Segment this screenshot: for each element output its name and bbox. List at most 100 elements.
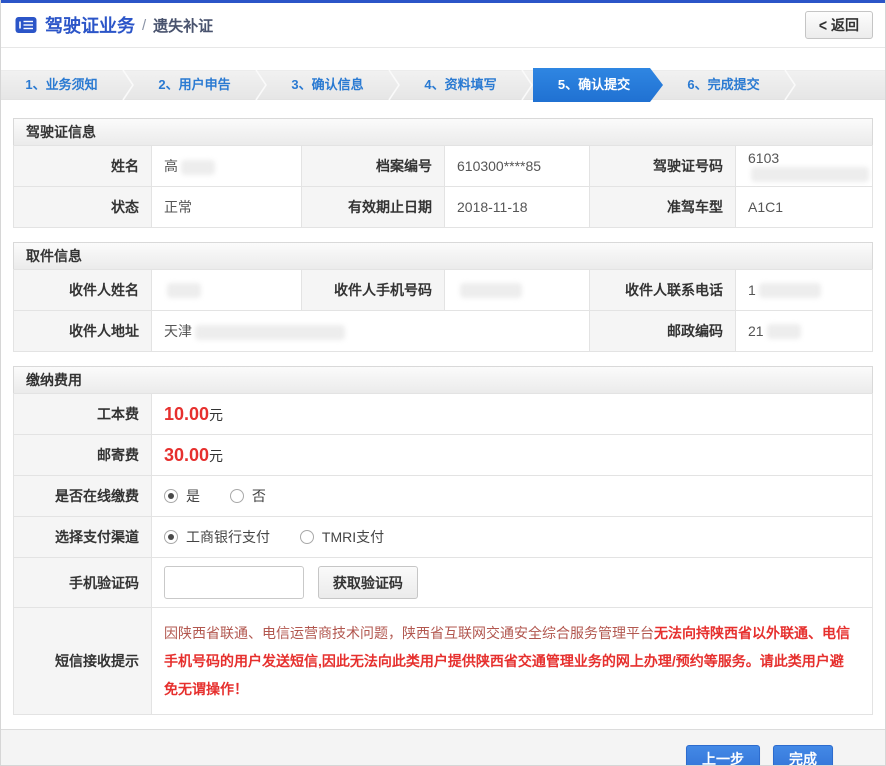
address-value: 天津 — [152, 311, 590, 352]
breadcrumb-current: 遗失补证 — [153, 15, 213, 36]
postcode-label: 邮政编码 — [590, 311, 736, 352]
expiry-value: 2018-11-18 — [445, 187, 590, 228]
online-pay-label: 是否在线缴费 — [14, 476, 152, 517]
work-fee-value: 10.00元 — [152, 394, 873, 435]
postcode-value: 21 — [736, 311, 873, 352]
recipient-name-label: 收件人姓名 — [14, 270, 152, 311]
status-label: 状态 — [14, 187, 152, 228]
file-no-value: 610300****85 — [445, 146, 590, 187]
step-3-confirm-info[interactable]: 3、确认信息 — [267, 70, 388, 100]
recipient-name-value — [152, 270, 302, 311]
radio-checked-icon — [164, 530, 178, 544]
sms-tip-text: 因陕西省联通、电信运营商技术问题，陕西省互联网交通安全综合服务管理平台无法向持陕… — [152, 608, 873, 715]
table-row: 姓名 高 档案编号 610300****85 驾驶证号码 6103 — [14, 146, 873, 187]
page-title: 驾驶证业务 — [45, 12, 135, 38]
table-row: 状态 正常 有效期止日期 2018-11-18 准驾车型 A1C1 — [14, 187, 873, 228]
redaction — [181, 160, 215, 175]
vehicle-class-label: 准驾车型 — [590, 187, 736, 228]
table-row: 收件人姓名 收件人手机号码 收件人联系电话 1 — [14, 270, 873, 311]
radio-online-yes[interactable]: 是 — [164, 486, 200, 506]
recipient-mobile-label: 收件人手机号码 — [302, 270, 445, 311]
file-no-label: 档案编号 — [302, 146, 445, 187]
page-header: 驾驶证业务 / 遗失补证 < 返回 — [1, 3, 885, 48]
sms-code-input[interactable] — [164, 566, 304, 599]
step-1-business-notice[interactable]: 1、业务须知 — [1, 70, 122, 100]
address-label: 收件人地址 — [14, 311, 152, 352]
step-2-user-declaration[interactable]: 2、用户申告 — [134, 70, 255, 100]
step-separator-icon — [122, 70, 134, 100]
redaction — [751, 167, 869, 182]
license-no-label: 驾驶证号码 — [590, 146, 736, 187]
online-pay-options: 是 否 — [152, 476, 873, 517]
postage-value: 30.00元 — [152, 435, 873, 476]
step-separator-icon — [521, 70, 533, 100]
payment-table: 工本费 10.00元 邮寄费 30.00元 是否在线缴费 — [13, 393, 873, 715]
table-row: 是否在线缴费 是 否 — [14, 476, 873, 517]
radio-online-yes-label: 是 — [186, 486, 200, 506]
footer-action-bar: 上一步 完成 — [1, 729, 885, 766]
redaction — [460, 283, 522, 298]
redaction — [167, 283, 201, 298]
table-row: 短信接收提示 因陕西省联通、电信运营商技术问题，陕西省互联网交通安全综合服务管理… — [14, 608, 873, 715]
back-button-label: 返回 — [831, 15, 859, 35]
work-fee-amount: 10.00 — [164, 404, 209, 424]
postage-amount: 30.00 — [164, 445, 209, 465]
sms-tip-label: 短信接收提示 — [14, 608, 152, 715]
radio-online-no-label: 否 — [252, 486, 266, 506]
finish-button[interactable]: 完成 — [773, 745, 833, 766]
table-row: 选择支付渠道 工商银行支付 TMRI支付 — [14, 517, 873, 558]
name-value: 高 — [152, 146, 302, 187]
section-title-pickup: 取件信息 — [13, 242, 873, 270]
license-no-value: 6103 — [736, 146, 873, 187]
radio-unchecked-icon — [230, 489, 244, 503]
radio-channel-tmri[interactable]: TMRI支付 — [300, 527, 384, 547]
recipient-phone-label: 收件人联系电话 — [590, 270, 736, 311]
table-row: 手机验证码 获取验证码 — [14, 558, 873, 608]
step-separator-icon — [255, 70, 267, 100]
work-fee-unit: 元 — [209, 407, 223, 423]
radio-unchecked-icon — [300, 530, 314, 544]
step-5-confirm-submit-active[interactable]: 5、确认提交 — [533, 68, 663, 102]
form-list-icon — [15, 16, 37, 34]
table-row: 工本费 10.00元 — [14, 394, 873, 435]
chevron-left-icon: < — [819, 15, 827, 34]
section-title-license: 驾驶证信息 — [13, 118, 873, 146]
license-info-table: 姓名 高 档案编号 610300****85 驾驶证号码 6103 状态 正常 … — [13, 145, 873, 228]
section-pickup-info: 取件信息 收件人姓名 收件人手机号码 收件人联系电话 1 收件人地址 天津 邮政… — [13, 242, 873, 352]
work-fee-label: 工本费 — [14, 394, 152, 435]
redaction — [759, 283, 821, 298]
radio-checked-icon — [164, 489, 178, 503]
status-value: 正常 — [152, 187, 302, 228]
back-button[interactable]: < 返回 — [805, 11, 873, 39]
step-separator-icon — [784, 70, 796, 100]
table-row: 邮寄费 30.00元 — [14, 435, 873, 476]
recipient-phone-value: 1 — [736, 270, 873, 311]
step-progress-bar: 1、业务须知 2、用户申告 3、确认信息 4、资料填写 5、确认提交 6、完成提… — [1, 70, 885, 100]
page: 驾驶证业务 / 遗失补证 < 返回 1、业务须知 2、用户申告 3、确认信息 4… — [0, 0, 886, 766]
step-6-complete-submit[interactable]: 6、完成提交 — [663, 70, 784, 100]
section-title-payment: 缴纳费用 — [13, 366, 873, 394]
redaction — [767, 324, 801, 339]
table-row: 收件人地址 天津 邮政编码 21 — [14, 311, 873, 352]
radio-channel-icbc[interactable]: 工商银行支付 — [164, 527, 270, 547]
radio-online-no[interactable]: 否 — [230, 486, 266, 506]
radio-channel-tmri-label: TMRI支付 — [322, 527, 384, 547]
main-content: 驾驶证信息 姓名 高 档案编号 610300****85 驾驶证号码 6103 … — [1, 100, 885, 729]
channel-label: 选择支付渠道 — [14, 517, 152, 558]
name-label: 姓名 — [14, 146, 152, 187]
previous-step-button[interactable]: 上一步 — [686, 745, 760, 766]
expiry-label: 有效期止日期 — [302, 187, 445, 228]
radio-channel-icbc-label: 工商银行支付 — [186, 527, 270, 547]
postage-label: 邮寄费 — [14, 435, 152, 476]
sms-code-field-cell: 获取验证码 — [152, 558, 873, 608]
section-payment: 缴纳费用 工本费 10.00元 邮寄费 30.00元 是否在线缴费 — [13, 366, 873, 715]
pickup-info-table: 收件人姓名 收件人手机号码 收件人联系电话 1 收件人地址 天津 邮政编码 21 — [13, 269, 873, 352]
vehicle-class-value: A1C1 — [736, 187, 873, 228]
step-4-fill-data[interactable]: 4、资料填写 — [400, 70, 521, 100]
step-separator-icon — [388, 70, 400, 100]
get-code-button[interactable]: 获取验证码 — [318, 566, 418, 599]
breadcrumb-divider: / — [142, 17, 146, 34]
sms-code-label: 手机验证码 — [14, 558, 152, 608]
sms-tip-part1: 因陕西省联通、电信运营商技术问题，陕西省互联网交通安全综合服务管理平台 — [164, 625, 654, 641]
postage-unit: 元 — [209, 448, 223, 464]
